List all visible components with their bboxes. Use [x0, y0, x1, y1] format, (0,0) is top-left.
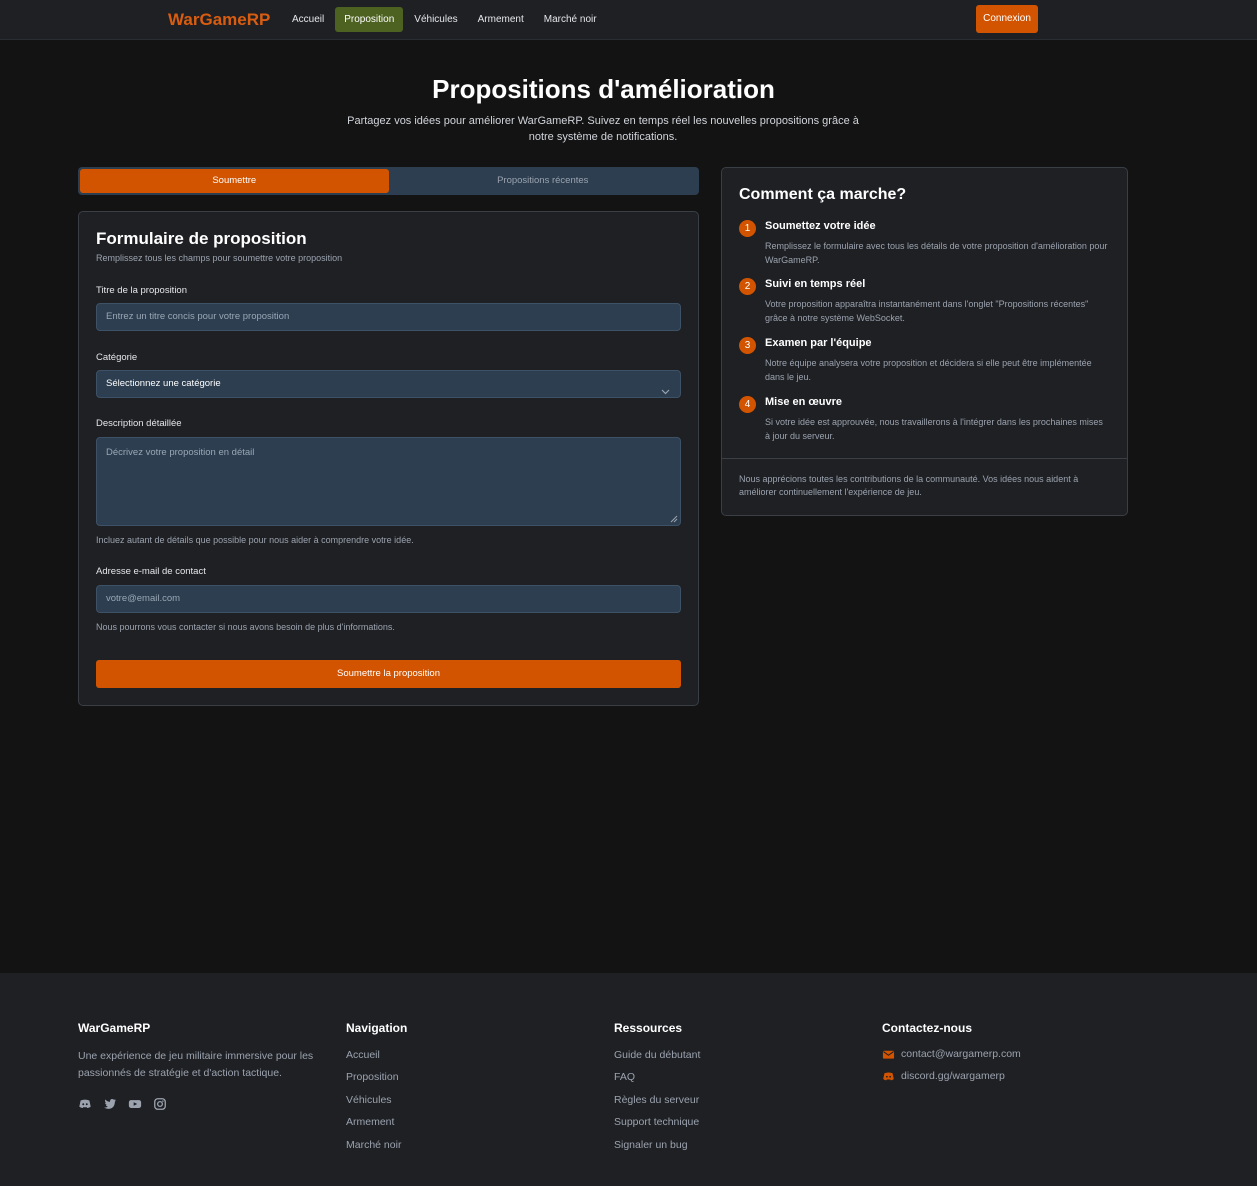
nav-link-accueil[interactable]: Accueil: [283, 7, 333, 32]
twitter-icon[interactable]: [103, 1097, 117, 1111]
social-links: [78, 1097, 318, 1111]
footer-link-guide[interactable]: Guide du débutant: [614, 1048, 700, 1070]
category-label: Catégorie: [96, 352, 138, 363]
page-title: Propositions d'amélioration: [432, 74, 775, 104]
how-title: Comment ça marche?: [739, 186, 907, 203]
footer-link-bug[interactable]: Signaler un bug: [614, 1138, 700, 1160]
footer-link-vehicules[interactable]: Véhicules: [346, 1093, 407, 1115]
step-description: Votre proposition apparaîtra instantaném…: [765, 299, 1089, 323]
step-number: 2: [739, 278, 756, 295]
chevron-down-icon: [661, 379, 670, 405]
footer-navigation: Navigation Accueil Proposition Véhicules…: [346, 1021, 407, 1160]
nav-link-marche-noir[interactable]: Marché noir: [535, 7, 606, 32]
footer-nav-title: Navigation: [346, 1021, 408, 1035]
footer-link-armement[interactable]: Armement: [346, 1115, 407, 1137]
step-title: Mise en œuvre: [765, 396, 843, 408]
proposal-form-card: Formulaire de proposition Remplissez tou…: [78, 211, 699, 706]
description-label: Description détaillée: [96, 418, 182, 429]
divider: [722, 458, 1127, 459]
footer-link-marche-noir[interactable]: Marché noir: [346, 1138, 407, 1160]
title-input[interactable]: Entrez un titre concis pour votre propos…: [96, 303, 681, 331]
step-number: 3: [739, 337, 756, 354]
site-footer: WarGameRP Une expérience de jeu militair…: [0, 973, 1257, 1186]
step-title: Examen par l'équipe: [765, 337, 872, 349]
title-label: Titre de la proposition: [96, 285, 188, 296]
submit-proposal-button[interactable]: Soumettre la proposition: [96, 660, 681, 688]
resize-handle-icon[interactable]: [668, 513, 678, 523]
category-select[interactable]: Sélectionnez une catégorie: [96, 370, 681, 398]
footer-res-title: Ressources: [614, 1021, 683, 1035]
footer-link-accueil[interactable]: Accueil: [346, 1048, 407, 1070]
footer-resources: Ressources Guide du débutant FAQ Règles …: [614, 1021, 700, 1160]
description-placeholder: Décrivez votre proposition en détail: [106, 447, 255, 458]
description-help: Incluez autant de détails que possible p…: [96, 535, 414, 545]
contact-email-row[interactable]: contact@wargamerp.com: [882, 1048, 1021, 1070]
step-number: 1: [739, 220, 756, 237]
category-select-value: Sélectionnez une catégorie: [106, 378, 221, 389]
form-subtitle: Remplissez tous les champs pour soumettr…: [96, 253, 343, 263]
navbar: WarGameRP Accueil Proposition Véhicules …: [0, 0, 1257, 40]
form-title: Formulaire de proposition: [96, 229, 307, 248]
login-button[interactable]: Connexion: [976, 5, 1038, 33]
footer-link-support[interactable]: Support technique: [614, 1115, 700, 1137]
footer-about: WarGameRP Une expérience de jeu militair…: [78, 1021, 318, 1111]
email-help: Nous pourrons vous contacter si nous avo…: [96, 622, 395, 632]
step-description: Notre équipe analysera votre proposition…: [765, 358, 1092, 382]
nav-link-vehicules[interactable]: Véhicules: [405, 7, 466, 32]
step-description: Remplissez le formulaire avec tous les d…: [765, 241, 1108, 265]
discord-icon[interactable]: [78, 1097, 92, 1111]
footer-brand: WarGameRP: [78, 1021, 151, 1035]
instagram-icon[interactable]: [153, 1097, 167, 1111]
nav-link-proposition[interactable]: Proposition: [335, 7, 404, 32]
nav-link-armement[interactable]: Armement: [469, 7, 533, 32]
tab-bar: Soumettre Propositions récentes: [78, 167, 699, 195]
tab-propositions-recentes[interactable]: Propositions récentes: [389, 169, 698, 193]
discord-icon: [883, 1072, 894, 1081]
footer-link-proposition[interactable]: Proposition: [346, 1070, 407, 1092]
step-title: Soumettez votre idée: [765, 220, 876, 232]
step-title: Suivi en temps réel: [765, 278, 866, 290]
contact-email[interactable]: contact@wargamerp.com: [901, 1048, 1021, 1060]
description-textarea[interactable]: Décrivez votre proposition en détail: [96, 437, 681, 526]
email-field[interactable]: votre@email.com: [96, 585, 681, 613]
how-footer-note: Nous apprécions toutes les contributions…: [739, 474, 1079, 497]
footer-contact: Contactez-nous contact@wargamerp.com dis…: [882, 1021, 1021, 1092]
envelope-icon: [882, 1050, 895, 1059]
footer-link-regles[interactable]: Règles du serveur: [614, 1093, 700, 1115]
contact-discord[interactable]: discord.gg/wargamerp: [901, 1070, 1005, 1082]
email-label: Adresse e-mail de contact: [96, 566, 206, 577]
nav-links: Accueil Proposition Véhicules Armement M…: [283, 7, 606, 32]
step-number: 4: [739, 396, 756, 413]
brand-logo[interactable]: WarGameRP: [168, 10, 270, 30]
contact-discord-row[interactable]: discord.gg/wargamerp: [882, 1070, 1021, 1092]
tab-soumettre[interactable]: Soumettre: [80, 169, 389, 193]
footer-contact-title: Contactez-nous: [882, 1021, 972, 1035]
footer-about-text: Une expérience de jeu militaire immersiv…: [78, 1050, 314, 1079]
footer-link-faq[interactable]: FAQ: [614, 1070, 700, 1092]
youtube-icon[interactable]: [128, 1097, 142, 1111]
how-it-works-card: Comment ça marche? 1 Soumettez votre idé…: [721, 167, 1128, 516]
page-subtitle: Partagez vos idées pour améliorer WarGam…: [347, 115, 859, 143]
step-description: Si votre idée est approuvée, nous travai…: [765, 417, 1103, 441]
